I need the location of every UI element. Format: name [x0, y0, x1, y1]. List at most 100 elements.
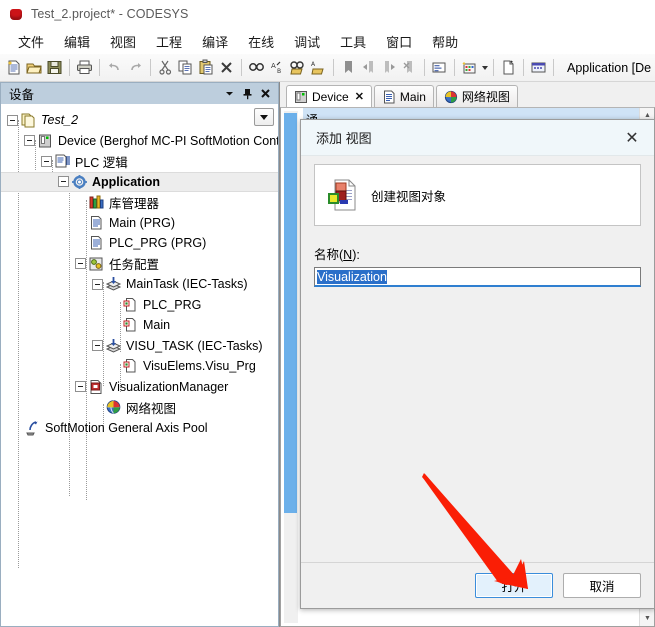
dialog-title: 添加 视图 — [316, 128, 618, 147]
library-manager-icon — [88, 194, 105, 210]
delete-icon[interactable] — [217, 57, 236, 79]
tree-item-task-call-main[interactable]: Main — [1, 315, 278, 336]
object-type-list: 创建视图对象 — [314, 164, 641, 226]
chevron-down-icon[interactable] — [220, 85, 238, 103]
menu-debug[interactable]: 调试 — [284, 29, 330, 54]
next-bookmark-icon[interactable] — [379, 57, 398, 79]
tree-item-task-configuration[interactable]: 任务配置 — [1, 254, 278, 275]
tree-item-library-manager[interactable]: 库管理器 — [1, 192, 278, 213]
tab-main[interactable]: Main — [374, 85, 434, 107]
previous-bookmark-icon[interactable] — [359, 57, 378, 79]
main-toolbar: A B A — [0, 54, 655, 82]
bookmark-icon[interactable] — [339, 57, 358, 79]
cancel-button[interactable]: 取消 — [563, 573, 641, 598]
device-icon — [37, 133, 54, 149]
dialog-title-bar: 添加 视图 ✕ — [301, 120, 654, 156]
open-button[interactable]: 打开 — [475, 573, 553, 598]
application-icon — [71, 174, 88, 190]
codesys-window: Test_2.project* - CODESYS 文件 编辑 视图 工程 编译… — [0, 0, 655, 627]
expander-minus-icon[interactable] — [75, 258, 86, 269]
menu-edit[interactable]: 编辑 — [54, 29, 100, 54]
plc-logic-icon — [54, 153, 71, 169]
close-icon[interactable]: ✕ — [618, 125, 646, 151]
redo-icon[interactable] — [126, 57, 145, 79]
svg-text:A: A — [311, 61, 316, 68]
prg-icon — [88, 235, 105, 251]
name-input[interactable] — [314, 267, 641, 287]
expander-minus-icon[interactable] — [92, 279, 103, 290]
paste-icon[interactable] — [197, 57, 216, 79]
tree-item-visualization-manager[interactable]: VisualizationManager — [1, 377, 278, 398]
name-label-suffix: ): — [352, 248, 360, 262]
find-icon[interactable] — [247, 57, 266, 79]
scroll-down-icon[interactable]: ▼ — [640, 611, 655, 626]
menu-file[interactable]: 文件 — [8, 29, 54, 54]
expander-minus-icon[interactable] — [75, 381, 86, 392]
menu-build[interactable]: 编译 — [192, 29, 238, 54]
print-icon[interactable] — [75, 57, 94, 79]
expander-minus-icon[interactable] — [41, 156, 52, 167]
task-call-icon — [122, 297, 139, 313]
tree-label: PLC 逻辑 — [75, 152, 128, 171]
menu-window[interactable]: 窗口 — [376, 29, 422, 54]
tab-label: Device — [312, 90, 349, 104]
tree-label: VisuElems.Visu_Prg — [143, 359, 256, 373]
tab-web-visualization[interactable]: 网络视图 — [436, 85, 518, 107]
tree-item-main-prg[interactable]: Main (PRG) — [1, 213, 278, 234]
cut-icon[interactable] — [156, 57, 175, 79]
tab-device[interactable]: Device ✕ — [286, 85, 372, 107]
start-icon[interactable] — [529, 57, 548, 79]
window-title-bar: Test_2.project* - CODESYS — [0, 0, 655, 28]
expander-minus-icon[interactable] — [58, 176, 69, 187]
pin-icon[interactable] — [238, 85, 256, 103]
undo-icon[interactable] — [105, 57, 124, 79]
expander-minus-icon[interactable] — [92, 340, 103, 351]
tree-label: PLC_PRG — [143, 298, 201, 312]
device-tab-icon — [294, 90, 308, 104]
scrollbar-thumb[interactable] — [284, 113, 297, 513]
menu-view[interactable]: 视图 — [100, 29, 146, 54]
tree-label: 库管理器 — [109, 193, 159, 212]
tree-item-plc-logic[interactable]: PLC 逻辑 — [1, 151, 278, 172]
clear-bookmark-icon[interactable] — [400, 57, 419, 79]
expander-minus-icon[interactable] — [24, 135, 35, 146]
menu-tools[interactable]: 工具 — [330, 29, 376, 54]
svg-text:A: A — [271, 62, 276, 70]
tab-label: 网络视图 — [462, 88, 510, 105]
expander-minus-icon[interactable] — [7, 115, 18, 126]
save-icon[interactable] — [45, 57, 64, 79]
close-icon[interactable]: ✕ — [355, 90, 364, 103]
list-item-create-visualization-object[interactable]: 创建视图对象 — [327, 178, 446, 212]
find-in-project-icon[interactable] — [288, 57, 307, 79]
close-icon[interactable] — [256, 85, 274, 103]
tree-item-plc-prg[interactable]: PLC_PRG (PRG) — [1, 233, 278, 254]
login-icon[interactable] — [499, 57, 518, 79]
editor-vertical-scrollbar[interactable] — [284, 111, 298, 623]
tree-item-softmotion-axis-pool[interactable]: SoftMotion General Axis Pool — [1, 418, 278, 439]
tree-item-project[interactable]: Test_2 — [1, 110, 278, 131]
generate-code-dropdown-icon[interactable] — [482, 66, 488, 70]
tree-dropdown-icon[interactable] — [254, 108, 274, 126]
device-panel-header: 设备 — [0, 82, 279, 104]
device-tree: Test_2 Device (Berghof MC-PI SoftM — [1, 104, 278, 438]
tree-item-application[interactable]: Application — [1, 172, 278, 193]
menu-help[interactable]: 帮助 — [422, 29, 468, 54]
web-visu-icon — [105, 399, 122, 415]
menu-project[interactable]: 工程 — [146, 29, 192, 54]
menu-online[interactable]: 在线 — [238, 29, 284, 54]
replace-icon[interactable]: A B — [268, 57, 287, 79]
generate-code-icon[interactable] — [460, 57, 479, 79]
tree-item-visu-task[interactable]: VISU_TASK (IEC-Tasks) — [1, 336, 278, 357]
tree-item-maintask[interactable]: MainTask (IEC-Tasks) — [1, 274, 278, 295]
replace-in-project-icon[interactable]: A — [308, 57, 327, 79]
tree-item-web-visualization[interactable]: 网络视图 — [1, 397, 278, 418]
new-file-icon[interactable] — [4, 57, 23, 79]
tree-item-task-call-plc-prg[interactable]: PLC_PRG — [1, 295, 278, 316]
tree-item-visuelems-visu-prg[interactable]: VisuElems.Visu_Prg — [1, 356, 278, 377]
task-icon — [105, 276, 122, 292]
tree-item-device[interactable]: Device (Berghof MC-PI SoftMotion Control… — [1, 131, 278, 152]
tree-label: PLC_PRG (PRG) — [109, 236, 206, 250]
open-folder-icon[interactable] — [24, 57, 43, 79]
build-icon[interactable] — [430, 57, 449, 79]
copy-icon[interactable] — [176, 57, 195, 79]
